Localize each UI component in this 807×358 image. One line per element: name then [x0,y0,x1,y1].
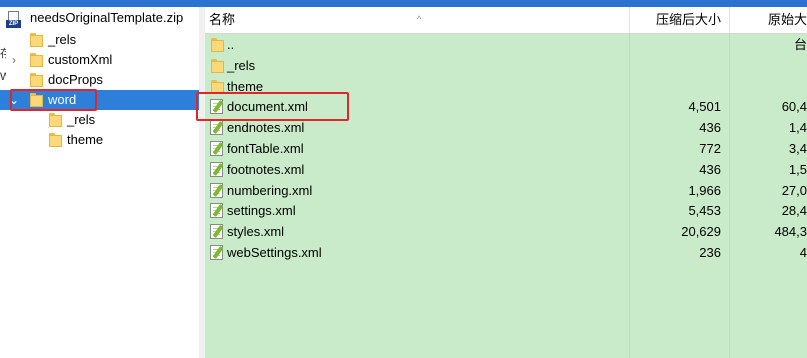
folder-icon [30,73,43,87]
column-header-original-size[interactable]: 原始大 [729,7,807,33]
file-name: styles.xml [227,224,285,240]
original-size: 1,5 [788,161,807,177]
tree-item-label: theme [67,132,104,147]
zip-archive-icon: ZIP [6,11,21,28]
file-name: _rels [227,57,256,73]
list-item-file[interactable]: styles.xml 20,629 484,3 [205,221,807,242]
compressed-size: 4,501 [688,99,721,115]
original-size: 60,4 [781,99,807,115]
compressed-size: 436 [699,161,721,177]
title-bar [0,0,807,7]
compressed-size: 772 [699,141,721,156]
tree-item-label: customXml [48,52,113,67]
list-item-file[interactable]: fontTable.xml 772 3,4 [205,138,807,159]
list-item-file[interactable]: settings.xml 5,453 28,4 [205,200,807,221]
folder-icon [211,38,224,52]
tree-root-zip[interactable]: ZIP needsOriginalTemplate.zip [0,7,199,28]
file-name: footnotes.xml [227,161,305,177]
compressed-size: 236 [699,245,721,260]
tree-item-label: _rels [48,32,77,47]
column-header-label: 原始大 [767,12,807,27]
xml-file-icon [210,203,224,219]
sort-ascending-icon: ^ [417,14,422,24]
xml-file-icon [210,161,224,177]
xml-file-icon [210,182,224,198]
list-item-file[interactable]: footnotes.xml 436 1,5 [205,159,807,180]
tree-item-customxml[interactable]: › customXml [0,50,199,70]
xml-file-icon [210,141,224,156]
original-size: 1,4 [788,120,807,136]
file-list: 名称 ^ 压缩后大小 原始大 .. 台 _rels theme document.xml… [205,7,807,358]
xml-file-icon [210,224,224,240]
folder-icon [30,33,43,47]
list-item-file[interactable]: webSettings.xml 236 4 [205,242,807,263]
compressed-size: 436 [699,120,721,136]
list-item-folder[interactable]: _rels [205,55,807,76]
highlight-box-document-xml [196,92,349,121]
tree-root-label: needsOriginalTemplate.zip [30,10,184,25]
file-name: webSettings.xml [227,245,322,260]
column-header-label: 名称 [209,12,236,27]
list-item-folder[interactable]: .. 台 [205,34,807,55]
tree-item-word-rels[interactable]: _rels [0,110,199,130]
folder-icon [211,58,224,73]
compressed-size: 1,966 [688,182,721,198]
column-header-label: 压缩后大小 [655,12,721,27]
column-header-name[interactable]: 名称 ^ [209,7,629,33]
file-name: settings.xml [227,203,296,219]
file-name: numbering.xml [227,182,313,198]
folder-icon [49,133,62,147]
xml-file-icon [210,120,224,136]
folder-tree: ZIP needsOriginalTemplate.zip 存 W 文 _rel… [0,7,199,358]
tree-item-label: docProps [48,72,103,87]
file-name: .. [227,37,235,52]
original-size: 27,0 [781,182,807,198]
original-size: 484,3 [774,224,807,240]
tree-item-docprops[interactable]: docProps [0,70,199,90]
list-item-file[interactable]: numbering.xml 1,966 27,0 [205,180,807,201]
compressed-size: 5,453 [688,203,721,219]
original-size: 台 [793,37,807,52]
original-size: 28,4 [781,203,807,219]
compressed-size: 20,629 [681,224,721,240]
folder-icon [30,53,43,67]
highlight-box-word-folder [10,89,97,111]
column-header-compressed-size[interactable]: 压缩后大小 [629,7,721,33]
tree-item-word-theme[interactable]: theme [0,130,199,150]
tree-item-rels[interactable]: _rels [0,30,199,50]
chevron-right-icon[interactable]: › [9,50,19,70]
list-header: 名称 ^ 压缩后大小 原始大 [205,7,807,34]
folder-icon [49,113,62,127]
tree-item-label: _rels [67,112,96,127]
original-size: 4 [799,245,807,260]
file-name: fontTable.xml [227,141,304,156]
xml-file-icon [210,245,224,260]
original-size: 3,4 [788,141,807,156]
